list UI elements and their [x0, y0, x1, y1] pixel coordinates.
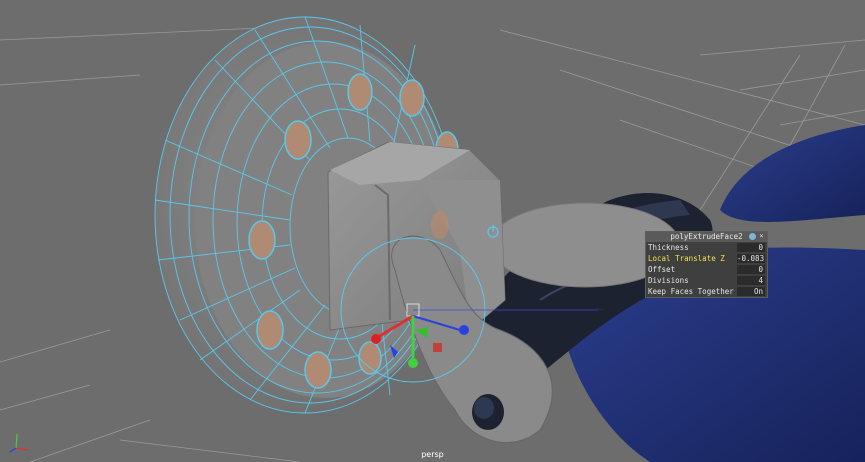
hud-row-divisions[interactable]: Divisions 4 [646, 275, 767, 286]
hud-row-thickness[interactable]: Thickness 0 [646, 242, 767, 253]
hud-label: Offset [648, 265, 676, 274]
hud-value-field[interactable]: 0 [737, 265, 765, 274]
hud-label: Local Translate Z [648, 254, 725, 263]
hud-value-field[interactable]: On [737, 287, 765, 296]
bolt [347, 73, 373, 111]
hud-value-field[interactable]: 0 [737, 243, 765, 252]
bolt [358, 341, 382, 375]
blue-body[interactable] [720, 125, 865, 222]
info-icon[interactable] [749, 233, 756, 240]
hud-label: Keep Faces Together [648, 287, 734, 296]
hud-label: Divisions [648, 276, 689, 285]
hud-label: Thickness [648, 243, 689, 252]
y-axis-handle [408, 358, 418, 368]
bolt [256, 310, 284, 350]
hud-row-keep-faces-together[interactable]: Keep Faces Together On [646, 286, 767, 297]
hud-row-offset[interactable]: Offset 0 [646, 264, 767, 275]
hud-value-field[interactable]: 4 [737, 276, 765, 285]
hud-row-local-translate-z[interactable]: Local Translate Z -0.083 [646, 253, 767, 264]
z-axis-handle [459, 325, 469, 335]
svg-text:+: + [597, 306, 605, 316]
bolt [284, 120, 312, 160]
hud-title: polyExtrudeFace2 [670, 232, 743, 241]
hud-title-bar[interactable]: polyExtrudeFace2 × [646, 232, 767, 242]
3d-viewport[interactable]: + persp polyExtrudeFace2 × Thickness 0 L… [0, 0, 865, 462]
bolt [399, 79, 425, 117]
x-axis-handle [371, 334, 381, 344]
hud-value-field[interactable]: -0.083 [737, 254, 765, 263]
bolt [248, 220, 276, 260]
polyextrude-hud[interactable]: polyExtrudeFace2 × Thickness 0 Local Tra… [645, 231, 768, 298]
close-icon[interactable]: × [758, 233, 765, 240]
bolt [304, 351, 332, 389]
camera-label: persp [421, 450, 444, 459]
